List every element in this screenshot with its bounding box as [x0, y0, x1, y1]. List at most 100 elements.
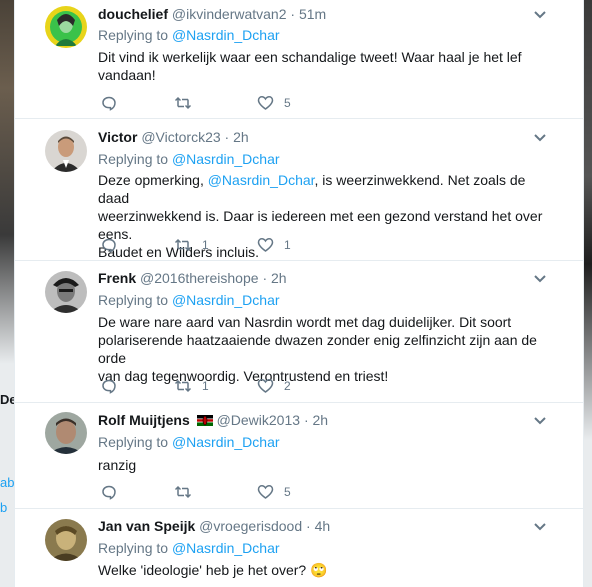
tweet-text-line: ranzig	[98, 457, 137, 473]
tweet-item[interactable]: Rolf Muijtjens @Dewik2013 · 2h Replying …	[15, 403, 583, 509]
timestamp[interactable]: 2h	[313, 412, 329, 428]
chevron-down-icon[interactable]	[533, 272, 547, 286]
reply-button[interactable]	[101, 94, 127, 112]
like-button[interactable]: 5	[257, 94, 291, 112]
separator-dot: ·	[290, 6, 296, 22]
replying-to-link[interactable]: @Nasrdin_Dchar	[172, 540, 280, 556]
tweet-text-line: Dit vind ik werkelijk waar een schandali…	[98, 49, 522, 65]
timestamp[interactable]: 2h	[233, 129, 249, 145]
replying-to-label: Replying to	[98, 27, 169, 43]
separator-dot: ·	[262, 270, 268, 286]
retweet-count: 1	[202, 238, 209, 252]
heart-icon	[257, 96, 274, 110]
like-count: 1	[284, 238, 291, 252]
replying-to: Replying to @Nasrdin_Dchar	[98, 292, 280, 308]
tweet-item[interactable]: douchelief @ikvinderwatvan2 · 51m Replyi…	[15, 0, 583, 119]
avatar[interactable]	[45, 271, 87, 313]
like-count: 5	[284, 485, 291, 499]
replying-to-link[interactable]: @Nasrdin_Dchar	[172, 151, 280, 167]
avatar[interactable]	[45, 519, 87, 561]
avatar[interactable]	[45, 412, 87, 454]
heart-icon	[257, 238, 274, 252]
separator-dot: ·	[224, 129, 230, 145]
tweet-text: De ware nare aard van Nasrdin wordt met …	[98, 313, 553, 385]
replying-to-label: Replying to	[98, 540, 169, 556]
heart-icon	[257, 485, 274, 499]
timestamp[interactable]: 2h	[271, 270, 287, 286]
tweet-header: Jan van Speijk @vroegerisdood · 4h	[98, 518, 330, 534]
replying-to: Replying to @Nasrdin_Dchar	[98, 540, 280, 556]
reply-icon	[102, 485, 116, 500]
chevron-down-icon[interactable]	[533, 520, 547, 534]
chevron-down-icon[interactable]	[533, 414, 547, 428]
reply-button[interactable]	[101, 236, 127, 254]
avatar[interactable]	[45, 130, 87, 172]
timestamp[interactable]: 4h	[315, 518, 331, 534]
tweet-text-line: polariserende haatzaaiende dwazen zonder…	[98, 332, 537, 366]
tweet-text: Deze opmerking, @Nasrdin_Dchar, is weerz…	[98, 171, 553, 261]
replying-to: Replying to @Nasrdin_Dchar	[98, 151, 280, 167]
display-name[interactable]: douchelief	[98, 6, 168, 22]
retweet-button[interactable]	[174, 94, 202, 112]
avatar[interactable]	[45, 6, 87, 48]
replying-to-label: Replying to	[98, 292, 169, 308]
timestamp[interactable]: 51m	[299, 6, 326, 22]
tweet-text-line: weerzinwekkend is. Daar is iedereen met …	[98, 208, 543, 242]
background-text-fragment: b	[0, 500, 8, 515]
chevron-down-icon[interactable]	[533, 8, 547, 22]
retweet-icon	[174, 379, 192, 393]
replying-to: Replying to @Nasrdin_Dchar	[98, 434, 280, 450]
heart-icon	[257, 379, 274, 393]
display-name[interactable]: Jan van Speijk	[98, 518, 195, 534]
retweet-button[interactable]: 1	[174, 377, 209, 395]
mention-link[interactable]: @Nasrdin_Dchar	[208, 172, 315, 188]
reply-button[interactable]	[101, 377, 127, 395]
replying-to-link[interactable]: @Nasrdin_Dchar	[172, 27, 280, 43]
separator-dot: ·	[306, 518, 311, 534]
reply-button[interactable]	[101, 483, 127, 501]
handle[interactable]: @ikvinderwatvan2	[172, 6, 287, 22]
tweet-text: Welke 'ideologie' heb je het over? 🙄	[98, 561, 553, 579]
tweet-text-line: Deze opmerking, @Nasrdin_Dchar, is weerz…	[98, 171, 553, 207]
tweet-header: douchelief @ikvinderwatvan2 · 51m	[98, 6, 326, 22]
retweet-icon	[174, 485, 192, 499]
tweet-text-line: van dag tegenwoordig. Verontrustend en t…	[98, 368, 389, 384]
replying-to-label: Replying to	[98, 434, 169, 450]
handle[interactable]: @Dewik2013	[217, 412, 300, 428]
reply-icon	[102, 96, 116, 111]
display-name[interactable]: Victor	[98, 129, 137, 145]
separator-dot: ·	[303, 412, 309, 428]
handle[interactable]: @2016thereishope	[140, 270, 259, 286]
tweet-header: Rolf Muijtjens @Dewik2013 · 2h	[98, 412, 328, 428]
handle[interactable]: @vroegerisdood	[199, 518, 302, 534]
display-name[interactable]: Rolf Muijtjens	[98, 412, 190, 428]
retweet-icon	[174, 238, 192, 252]
like-count: 5	[284, 96, 291, 110]
tweet-header: Victor @Victorck23 · 2h	[98, 129, 249, 145]
background-page-left	[0, 0, 14, 587]
tweet-text: Dit vind ik werkelijk waar een schandali…	[98, 48, 553, 84]
background-text-fragment: De	[0, 392, 14, 407]
replying-to-link[interactable]: @Nasrdin_Dchar	[172, 434, 280, 450]
tweet-header: Frenk @2016thereishope · 2h	[98, 270, 287, 286]
retweet-button[interactable]: 1	[174, 236, 209, 254]
tweet-text-line: Baudet en Wilders incluis.	[98, 244, 260, 260]
display-name[interactable]: Frenk	[98, 270, 136, 286]
handle[interactable]: @Victorck23	[141, 129, 220, 145]
replying-to-link[interactable]: @Nasrdin_Dchar	[172, 292, 280, 308]
tweet-item[interactable]: Victor @Victorck23 · 2h Replying to @Nas…	[15, 119, 583, 261]
tweet-item[interactable]: Frenk @2016thereishope · 2h Replying to …	[15, 261, 583, 403]
retweet-count: 1	[202, 379, 209, 393]
tweet-text-line: vandaan!	[98, 67, 156, 83]
retweet-button[interactable]	[174, 483, 202, 501]
like-button[interactable]: 5	[257, 483, 291, 501]
tweet-item[interactable]: Jan van Speijk @vroegerisdood · 4h Reply…	[15, 509, 583, 587]
retweet-icon	[174, 96, 192, 110]
like-button[interactable]: 2	[257, 377, 291, 395]
tweet-text-line: De ware nare aard van Nasrdin wordt met …	[98, 314, 512, 330]
replying-to: Replying to @Nasrdin_Dchar	[98, 27, 280, 43]
like-button[interactable]: 1	[257, 236, 291, 254]
chevron-down-icon[interactable]	[533, 131, 547, 145]
kenya-flag-icon	[196, 415, 213, 426]
like-count: 2	[284, 379, 291, 393]
